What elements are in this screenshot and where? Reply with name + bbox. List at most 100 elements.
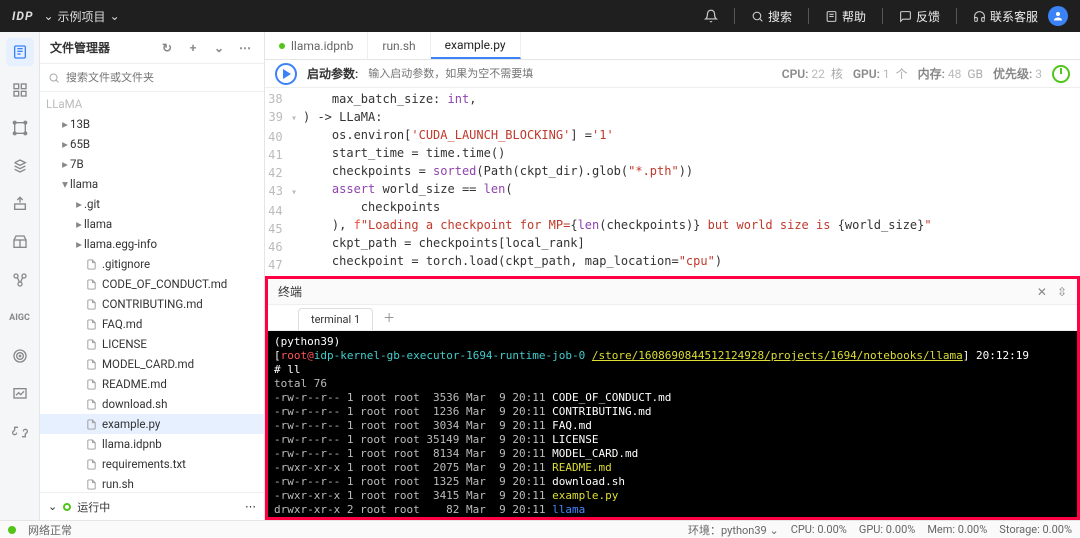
tree-folder[interactable]: ▸llama.egg-info	[40, 234, 264, 254]
brand-logo: IDP	[12, 9, 33, 23]
tree-item-label: 65B	[70, 137, 90, 151]
file-icon	[84, 259, 98, 270]
help-label: 帮助	[842, 8, 866, 25]
project-dropdown[interactable]: ⌄ 示例项目 ⌄	[43, 8, 119, 25]
notification-icon[interactable]	[704, 9, 718, 23]
gpu-spec[interactable]: GPU: 1 个	[853, 65, 908, 82]
activity-extensions-icon[interactable]	[6, 418, 34, 446]
file-icon	[84, 339, 98, 350]
file-icon	[84, 379, 98, 390]
code-editor[interactable]: 38 39 ▾40 41 42 43 ▾44 45 46 47 max_batc…	[265, 88, 1080, 276]
tree-file[interactable]: download.sh	[40, 394, 264, 414]
terminal-title: 终端	[278, 283, 302, 300]
file-icon	[84, 279, 98, 290]
env-label: 环境：python39 ⌄	[688, 522, 779, 538]
editor-tab[interactable]: example.py	[431, 32, 521, 59]
network-status-icon	[8, 526, 16, 534]
tree-folder[interactable]: ▸llama	[40, 214, 264, 234]
project-name: 示例项目	[58, 8, 106, 25]
tree-item-label: CONTRIBUTING.md	[102, 297, 203, 311]
add-icon[interactable]: +	[184, 39, 202, 57]
tree-file[interactable]: CONTRIBUTING.md	[40, 294, 264, 314]
tree-folder[interactable]: ▸65B	[40, 134, 264, 154]
expand-icon[interactable]: ⇳	[1057, 285, 1067, 299]
tree-item-label: run.sh	[102, 477, 134, 491]
contact-button[interactable]: 联系客服	[973, 8, 1038, 25]
tree-file[interactable]: example.py	[40, 414, 264, 434]
terminal-add-tab[interactable]: ＋	[375, 305, 403, 330]
tab-label: run.sh	[382, 39, 415, 53]
more-icon[interactable]: ⋯	[236, 39, 254, 57]
cpu-spec[interactable]: CPU: 22 核	[782, 65, 843, 82]
params-input[interactable]	[368, 68, 628, 80]
tree-item-label: CODE_OF_CONDUCT.md	[102, 277, 227, 291]
caret-icon: ▸	[74, 217, 84, 231]
tree-file[interactable]: MODEL_CARD.md	[40, 354, 264, 374]
caret-icon: ▾	[60, 177, 70, 191]
tree-folder[interactable]: ▸7B	[40, 154, 264, 174]
activity-analytics-icon[interactable]	[6, 380, 34, 408]
tree-file[interactable]: README.md	[40, 374, 264, 394]
contact-label: 联系客服	[990, 8, 1038, 25]
more-icon[interactable]: ⋯	[245, 500, 256, 513]
close-icon[interactable]: ✕	[1037, 285, 1047, 299]
network-status-label: 网络正常	[28, 522, 72, 538]
status-storage: Storage: 0.00%	[999, 523, 1072, 536]
editor-tab[interactable]: llama.idpnb	[265, 32, 368, 59]
avatar[interactable]	[1048, 6, 1068, 26]
refresh-icon[interactable]: ↻	[158, 39, 176, 57]
status-mem: Mem: 0.00%	[927, 523, 987, 536]
activity-deploy-icon[interactable]	[6, 190, 34, 218]
editor-toolbar: 启动参数: CPU: 22 核 GPU: 1 个 内存: 48 GB 优先级: …	[265, 60, 1080, 88]
priority-spec[interactable]: 优先级: 3	[993, 65, 1042, 82]
power-icon[interactable]	[1052, 65, 1070, 83]
tree-file[interactable]: run.sh	[40, 474, 264, 492]
feedback-button[interactable]: 反馈	[899, 8, 940, 25]
activity-storage-icon[interactable]	[6, 228, 34, 256]
help-button[interactable]: 帮助	[825, 8, 866, 25]
activity-stack-icon[interactable]	[6, 152, 34, 180]
tree-file[interactable]: requirements.txt	[40, 454, 264, 474]
tree-item-label: README.md	[102, 377, 167, 391]
tree-folder[interactable]: ▸13B	[40, 114, 264, 134]
activity-aigc-icon[interactable]: AIGC	[6, 304, 34, 332]
tree-item-label: MODEL_CARD.md	[102, 357, 194, 371]
terminal-tab[interactable]: terminal 1	[298, 308, 373, 330]
file-icon	[84, 459, 98, 470]
search-button[interactable]: 搜索	[751, 8, 792, 25]
tree-file[interactable]: LICENSE	[40, 334, 264, 354]
tree-file[interactable]: FAQ.md	[40, 314, 264, 334]
tree-file[interactable]: .gitignore	[40, 254, 264, 274]
status-cpu: CPU: 0.00%	[791, 523, 847, 536]
tree-item-label: LICENSE	[102, 337, 147, 351]
tree-item-label: .gitignore	[102, 257, 150, 271]
tree-folder[interactable]: ▸.git	[40, 194, 264, 214]
activity-graph-icon[interactable]	[6, 266, 34, 294]
file-icon	[84, 439, 98, 450]
file-search-input[interactable]	[66, 72, 256, 84]
sidebar-title: 文件管理器	[50, 39, 110, 56]
activity-files-icon[interactable]	[6, 38, 34, 66]
sidebar-footer: ⌄ 运行中 ⋯	[40, 492, 264, 520]
tree-item-label: llama	[84, 217, 112, 231]
caret-down-icon[interactable]: ⌄	[48, 500, 57, 513]
feedback-label: 反馈	[916, 8, 940, 25]
tree-root-truncated: LLaMA	[40, 94, 264, 114]
run-button[interactable]	[275, 63, 297, 85]
mem-spec[interactable]: 内存: 48 GB	[918, 65, 983, 82]
tree-item-label: 7B	[70, 157, 84, 171]
editor-tabs: llama.idpnb run.sh example.py	[265, 32, 1080, 60]
activity-target-icon[interactable]	[6, 342, 34, 370]
editor-tab[interactable]: run.sh	[368, 32, 430, 59]
tree-file[interactable]: llama.idpnb	[40, 434, 264, 454]
file-explorer: 文件管理器 ↻ + ⌄ ⋯ LLaMA ▸13B▸65B▸7B▾llama▸.g…	[40, 32, 265, 520]
caret-icon: ▸	[60, 137, 70, 151]
tree-item-label: llama	[70, 177, 98, 191]
tree-item-label: example.py	[102, 417, 160, 431]
terminal-output[interactable]: (python39) [root@idp-kernel-gb-executor-…	[268, 331, 1077, 517]
tree-folder[interactable]: ▾llama	[40, 174, 264, 194]
tree-file[interactable]: CODE_OF_CONDUCT.md	[40, 274, 264, 294]
activity-grid-icon[interactable]	[6, 76, 34, 104]
activity-shape-icon[interactable]	[6, 114, 34, 142]
chevron-down-icon[interactable]: ⌄	[210, 39, 228, 57]
